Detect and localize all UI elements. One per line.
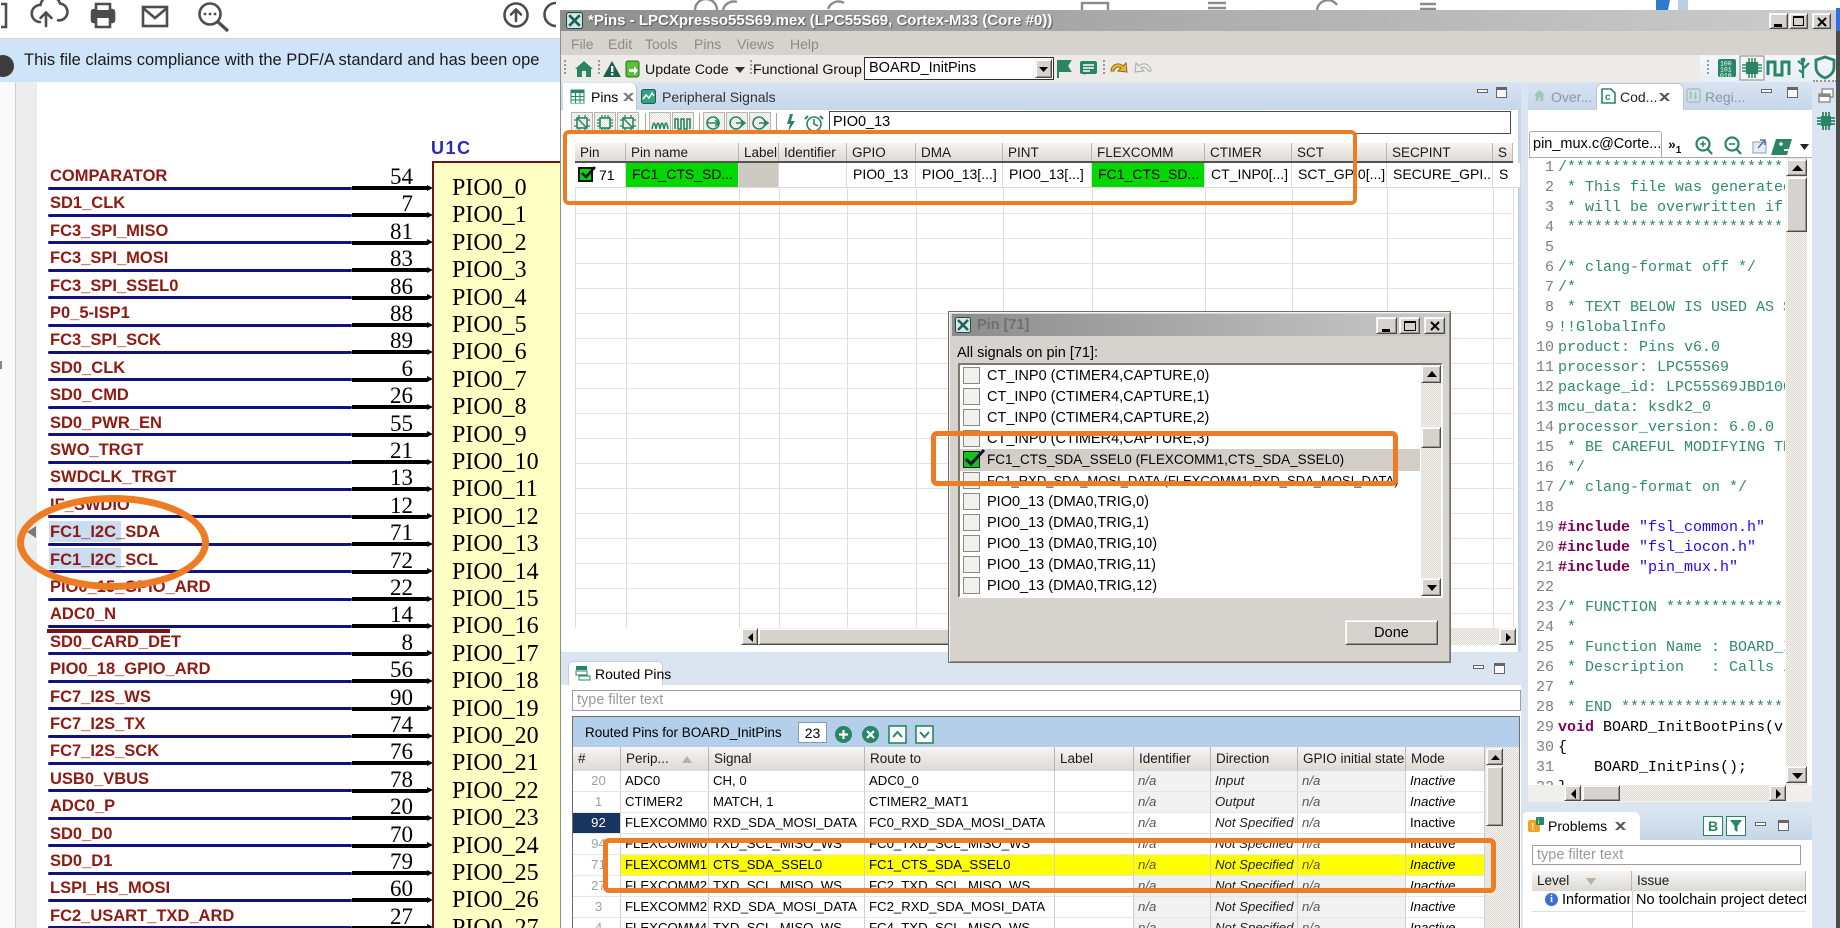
svg-text:!: ! [1531,822,1534,833]
svg-text:Functional Group: Functional Group [753,62,862,78]
svg-text:c: c [1605,92,1611,103]
svg-text:Update Code: Update Code [645,62,729,78]
svg-text:010: 010 [1720,73,1732,80]
